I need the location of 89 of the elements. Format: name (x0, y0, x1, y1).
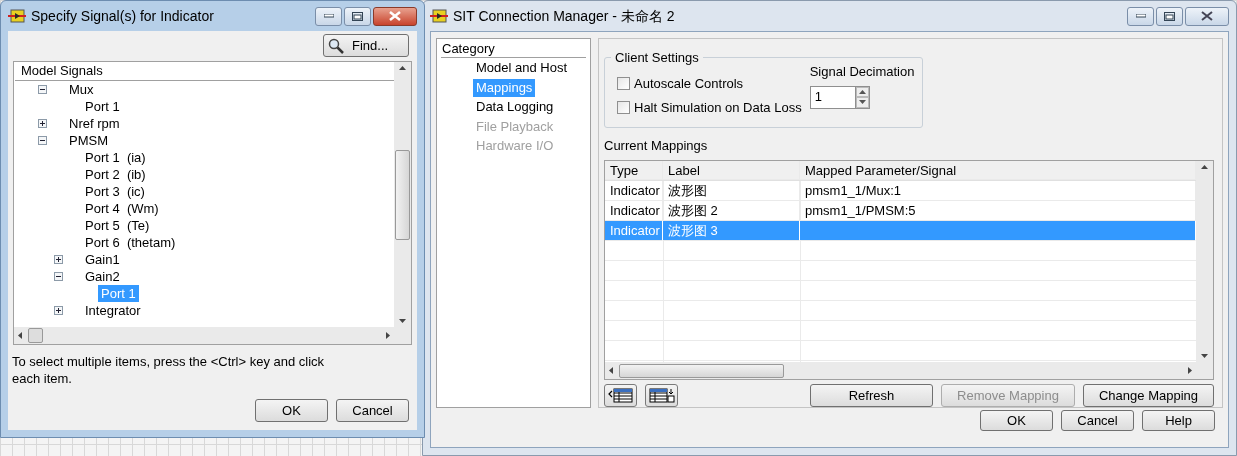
export-table-button[interactable] (645, 384, 678, 407)
scroll-left-icon[interactable] (609, 367, 613, 374)
tree-item[interactable]: Gain1 (82, 251, 123, 268)
vertical-scrollbar[interactable] (1196, 160, 1213, 362)
maximize-button[interactable] (1156, 6, 1183, 26)
collapse-icon[interactable] (54, 272, 63, 281)
maximize-button[interactable] (344, 6, 371, 26)
table-cell: Indicator (605, 180, 663, 201)
table-row[interactable]: Indicator 波形图 pmsm1_1/Mux:1 (605, 180, 1196, 201)
decrement-icon[interactable] (858, 100, 866, 105)
hint-text: To select multiple items, press the <Ctrl> key and click each item. (11, 353, 326, 387)
tree-item[interactable]: Gain2 (82, 268, 123, 285)
ok-button[interactable]: OK (980, 410, 1053, 431)
table-icon (607, 388, 634, 403)
scroll-down-icon[interactable] (399, 319, 406, 323)
app-icon (8, 9, 26, 23)
expand-icon[interactable] (38, 119, 47, 128)
action-button[interactable]: Change Mapping (1083, 384, 1214, 407)
scroll-thumb[interactable] (619, 363, 784, 378)
scroll-left-icon[interactable] (18, 332, 22, 339)
expand-icon[interactable] (54, 255, 63, 264)
cancel-button[interactable]: Cancel (336, 399, 409, 422)
tree-item[interactable]: Port 1 (82, 98, 123, 115)
collapse-icon[interactable] (38, 136, 47, 145)
scroll-thumb[interactable] (28, 328, 43, 343)
column-header[interactable]: Label (663, 160, 800, 180)
table-cell: pmsm1_1/PMSM:5 (800, 200, 1196, 221)
checkbox[interactable] (617, 77, 630, 91)
action-button[interactable]: Refresh (810, 384, 933, 407)
increment-icon[interactable] (858, 89, 866, 94)
insert-row-button[interactable] (604, 384, 637, 407)
horizontal-scrollbar[interactable] (14, 327, 394, 344)
scroll-up-icon[interactable] (399, 66, 406, 70)
cancel-button[interactable]: Cancel (1061, 410, 1134, 431)
table-icon (648, 388, 675, 403)
table-cell: 波形图 2 (663, 200, 800, 221)
scroll-up-icon[interactable] (1201, 164, 1208, 169)
minimize-icon (323, 14, 334, 18)
horizontal-scrollbar[interactable] (605, 362, 1196, 379)
checkbox[interactable] (617, 100, 630, 114)
scroll-right-icon[interactable] (1188, 367, 1192, 374)
expand-icon[interactable] (54, 306, 63, 315)
table-cell: 波形图 (663, 180, 800, 201)
close-button[interactable] (373, 6, 417, 26)
table-row[interactable]: Indicator 波形图 2 pmsm1_1/PMSM:5 (605, 200, 1196, 221)
search-icon (328, 37, 344, 54)
column-header[interactable]: Mapped Parameter/Signal (800, 160, 1196, 180)
column-header: Model Signals (15, 62, 394, 81)
table-cell: Indicator (605, 200, 663, 221)
tree-item[interactable]: Nref rpm (66, 115, 123, 132)
checkbox-label: Autoscale Controls (634, 75, 744, 93)
tree-item[interactable]: Port 4 (Wm) (82, 200, 162, 217)
close-icon (1201, 11, 1213, 21)
maximize-icon (1164, 11, 1175, 21)
checkbox-label: Halt Simulation on Data Loss (634, 98, 802, 117)
tree-item[interactable]: Mux (66, 81, 97, 98)
close-icon (389, 11, 401, 21)
tree-item[interactable]: PMSM (66, 132, 111, 149)
vertical-scrollbar[interactable] (394, 62, 411, 327)
tree-item[interactable]: Port 2 (ib) (82, 166, 149, 183)
close-button[interactable] (1185, 6, 1229, 26)
minimize-icon (1135, 14, 1146, 18)
category-item[interactable]: Data Logging (473, 98, 557, 116)
find-button[interactable]: Find... (323, 34, 409, 57)
app-icon (430, 9, 448, 23)
table-cell: pmsm1_1/Mux:1 (800, 180, 1196, 201)
field-label: Signal Decimation (809, 63, 915, 81)
window-title: Specify Signal(s) for Indicator (31, 6, 214, 26)
tree-item[interactable]: Port 6 (thetam) (82, 234, 179, 251)
tree-item[interactable]: Port 5 (Te) (82, 217, 153, 234)
window-title: SIT Connection Manager - 未命名 2 (453, 6, 675, 26)
column-header[interactable]: Type (605, 160, 663, 180)
collapse-icon[interactable] (38, 85, 47, 94)
list-header: Category (441, 40, 586, 58)
maximize-icon (352, 11, 363, 21)
ok-button[interactable]: OK (255, 399, 328, 422)
scroll-right-icon[interactable] (386, 332, 390, 339)
tree-item[interactable]: Port 3 (ic) (82, 183, 148, 200)
tree-item[interactable]: Port 1 (ia) (82, 149, 149, 166)
scroll-thumb[interactable] (395, 149, 410, 240)
group-title: Client Settings (611, 50, 703, 65)
section-title: Current Mappings (604, 137, 709, 155)
tree-item[interactable]: Integrator (82, 302, 144, 319)
table-cell: 波形图 3 (663, 220, 800, 241)
help-button[interactable]: Help (1142, 410, 1215, 431)
category-item[interactable]: Model and Host (473, 59, 571, 77)
number-field[interactable]: 1 (809, 85, 856, 109)
scroll-down-icon[interactable] (1201, 354, 1208, 358)
table-cell: Indicator (605, 220, 663, 241)
